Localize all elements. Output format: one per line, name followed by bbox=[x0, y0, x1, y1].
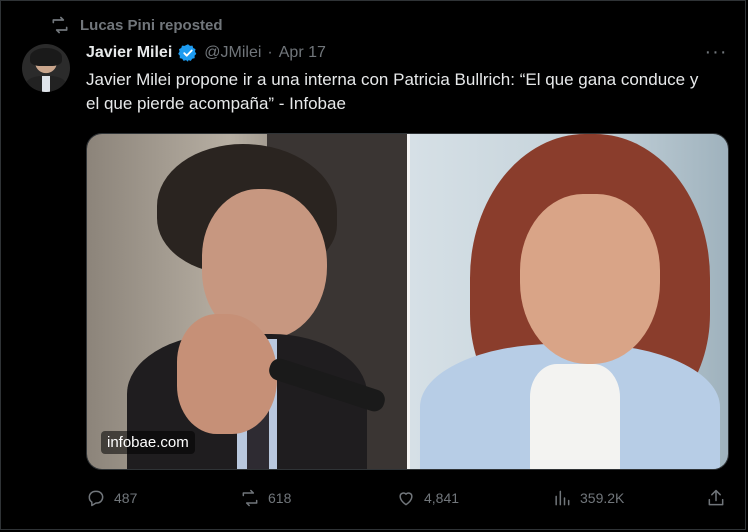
like-button[interactable]: 4,841 bbox=[396, 484, 459, 512]
photo-left[interactable]: infobae.com bbox=[87, 134, 407, 469]
share-icon bbox=[708, 489, 724, 506]
views-button[interactable]: 359.2K bbox=[552, 484, 624, 512]
reply-count: 487 bbox=[114, 490, 138, 506]
verified-badge-icon[interactable] bbox=[178, 43, 198, 63]
tweet-media[interactable]: infobae.com bbox=[86, 133, 729, 470]
views-icon bbox=[555, 490, 570, 506]
author-name[interactable]: Javier Milei bbox=[86, 44, 172, 62]
repost-icon bbox=[52, 16, 68, 34]
like-count: 4,841 bbox=[424, 490, 460, 506]
reply-button[interactable]: 487 bbox=[86, 484, 137, 512]
repost-icon bbox=[242, 489, 258, 507]
reply-icon bbox=[88, 490, 104, 507]
author-handle[interactable]: @JMilei bbox=[204, 44, 261, 62]
repost-count: 618 bbox=[268, 490, 292, 506]
repost-button[interactable]: 618 bbox=[240, 484, 291, 512]
more-icon[interactable]: ··· bbox=[704, 41, 728, 63]
avatar[interactable] bbox=[22, 44, 70, 92]
media-watermark: infobae.com bbox=[101, 431, 195, 454]
tweet-header: Javier Milei @JMilei · Apr 17 bbox=[86, 42, 326, 64]
heart-icon bbox=[399, 492, 413, 506]
separator-dot: · bbox=[267, 44, 273, 61]
social-context: Lucas Pini reposted bbox=[50, 14, 223, 36]
action-bar: 487 618 4,841 359.2K bbox=[86, 484, 729, 512]
photo-right[interactable] bbox=[410, 134, 728, 469]
share-button[interactable] bbox=[706, 484, 726, 512]
tweet-text: Javier Milei propone ir a una interna co… bbox=[86, 70, 699, 113]
repost-label[interactable]: Lucas Pini reposted bbox=[80, 17, 223, 34]
tweet-date[interactable]: Apr 17 bbox=[279, 44, 326, 62]
views-count: 359.2K bbox=[580, 490, 625, 506]
